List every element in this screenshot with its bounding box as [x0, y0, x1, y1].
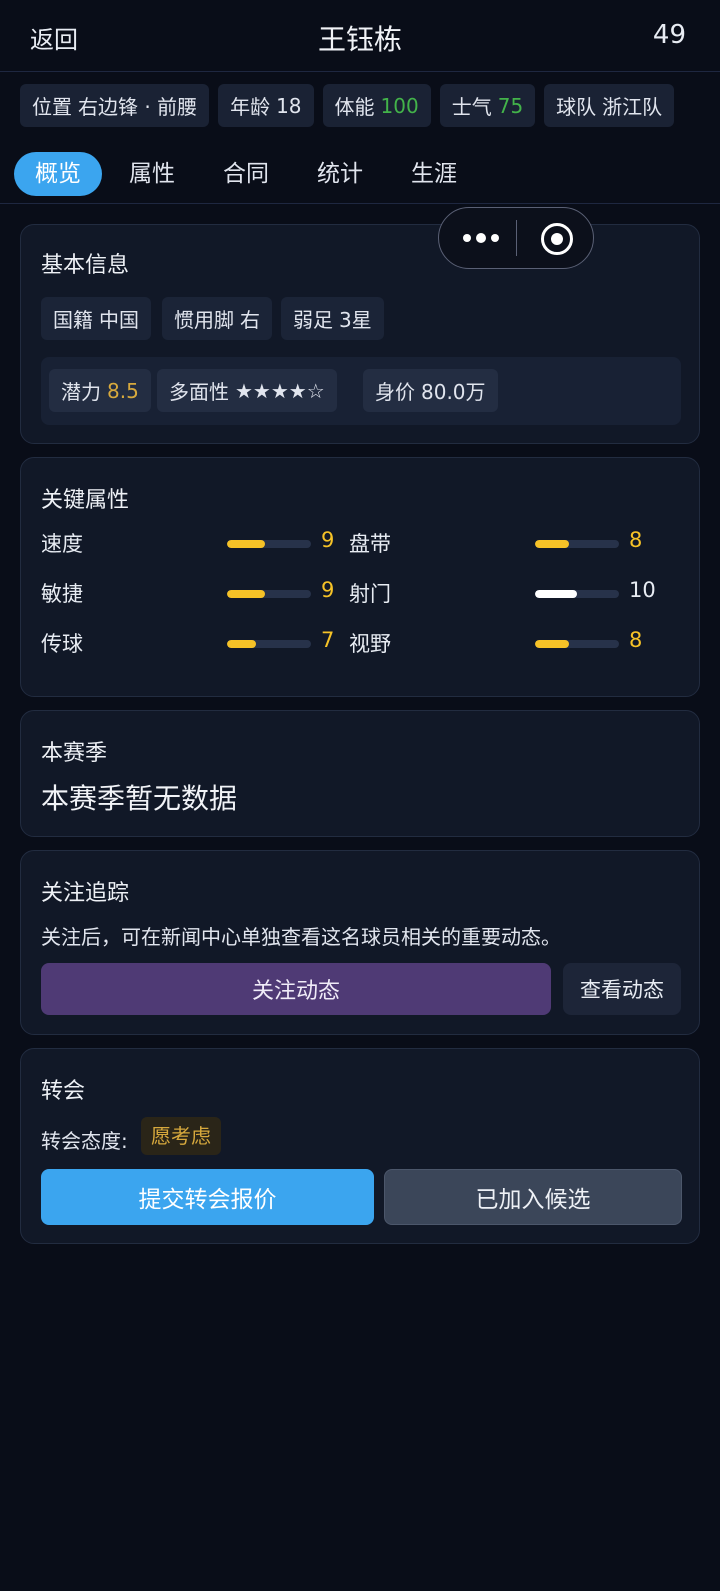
submit-transfer-offer-button[interactable]: 提交转会报价 [41, 1169, 374, 1225]
chip-stamina: 体能 100 [322, 84, 431, 127]
close-miniprogram-icon[interactable] [541, 223, 573, 255]
key-attributes-title: 关键属性 [41, 488, 130, 513]
player-number: 49 [652, 20, 686, 50]
transfer-attitude-label: 转会态度: [41, 1129, 128, 1153]
tab-contract[interactable]: 合同 [206, 152, 286, 196]
tab-attributes[interactable]: 属性 [112, 152, 192, 196]
follow-description: 关注后，可在新闻中心单独查看这名球员相关的重要动态。 [41, 925, 561, 949]
attr-bar-fill [227, 640, 257, 648]
chip-morale: 士气 75 [439, 84, 536, 127]
follow-card: 关注追踪 关注后，可在新闻中心单独查看这名球员相关的重要动态。 关注动态 查看动… [20, 850, 700, 1035]
versatility-stars: ★★★★☆ [235, 378, 325, 403]
attr-value-shooting: 10 [629, 578, 656, 602]
attr-bar-agility [227, 590, 311, 598]
attr-bar-fill [535, 640, 569, 648]
page-title: 王钰栋 [317, 23, 402, 56]
nationality-chip: 国籍 中国 [41, 297, 151, 340]
miniprogram-capsule [438, 207, 594, 269]
attr-bar-fill [535, 540, 569, 548]
tab-overview[interactable]: 概览 [14, 152, 102, 196]
attr-bar-passing [227, 640, 311, 648]
chip-position: 位置 右边锋 · 前腰 [20, 84, 210, 127]
attr-name-speed: 速度 [41, 532, 83, 556]
top-bar: 返回 王钰栋 49 [0, 0, 720, 72]
chip-team: 球队 浙江队 [544, 84, 675, 127]
follow-news-button[interactable]: 关注动态 [41, 963, 551, 1015]
weak-foot-chip: 弱足 3星 [281, 297, 384, 340]
tab-statistics[interactable]: 统计 [300, 152, 380, 196]
attr-value-speed: 9 [321, 528, 335, 552]
chip-age: 年龄 18 [218, 84, 314, 127]
shortlisted-button[interactable]: 已加入候选 [384, 1169, 682, 1225]
basic-info-title: 基本信息 [41, 253, 130, 278]
attr-bar-vision [535, 640, 619, 648]
attr-name-passing: 传球 [41, 632, 83, 656]
attr-bar-fill [227, 540, 265, 548]
attr-bar-shooting [535, 590, 619, 598]
season-title: 本赛季 [41, 741, 108, 766]
attr-name-shooting: 射门 [349, 582, 391, 606]
follow-title: 关注追踪 [41, 881, 130, 906]
attr-name-vision: 视野 [349, 632, 391, 656]
attr-value-passing: 7 [321, 628, 335, 652]
tab-career[interactable]: 生涯 [394, 152, 474, 196]
more-icon[interactable] [463, 228, 503, 248]
season-card: 本赛季 本赛季暂无数据 [20, 710, 700, 837]
transfer-card: 转会 转会态度: 愿考虑 提交转会报价 已加入候选 [20, 1048, 700, 1244]
attr-bar-dribbling [535, 540, 619, 548]
view-news-button[interactable]: 查看动态 [563, 963, 681, 1015]
potential-chip: 潜力 8.5 [49, 369, 151, 412]
attr-value-agility: 9 [321, 578, 335, 602]
attr-value-dribbling: 8 [629, 528, 643, 552]
capsule-divider [516, 220, 517, 256]
attr-bar-fill [535, 590, 577, 598]
transfer-title: 转会 [41, 1079, 86, 1104]
value-chip: 身价 80.0万 [363, 369, 498, 412]
attr-name-agility: 敏捷 [41, 582, 83, 606]
basic-info-card: 基本信息 国籍 中国 惯用脚右 弱足 3星 潜力 8.5 多面性 ★★★★☆ 身价 80.… [20, 224, 700, 444]
valuation-panel: 潜力 8.5 多面性 ★★★★☆ 身价 80.0万 [41, 357, 681, 425]
transfer-attitude-badge: 愿考虑 [141, 1117, 221, 1155]
preferred-foot-chip: 惯用脚右 [162, 297, 272, 340]
season-empty-message: 本赛季暂无数据 [41, 782, 238, 815]
key-attributes-card: 关键属性 速度 9 盘带 8 敏捷 9 射门 10 传球 7 视野 8 [20, 457, 700, 697]
attr-bar-fill [227, 590, 265, 598]
attr-name-dribbling: 盘带 [349, 532, 391, 556]
tab-bar: 概览 属性 合同 统计 生涯 [0, 148, 720, 204]
summary-chips: 位置 右边锋 · 前腰 年龄 18 体能 100 士气 75 球队 浙江队 [20, 84, 675, 128]
versatility-chip: 多面性 ★★★★☆ [157, 369, 337, 412]
attr-bar-speed [227, 540, 311, 548]
attr-value-vision: 8 [629, 628, 643, 652]
